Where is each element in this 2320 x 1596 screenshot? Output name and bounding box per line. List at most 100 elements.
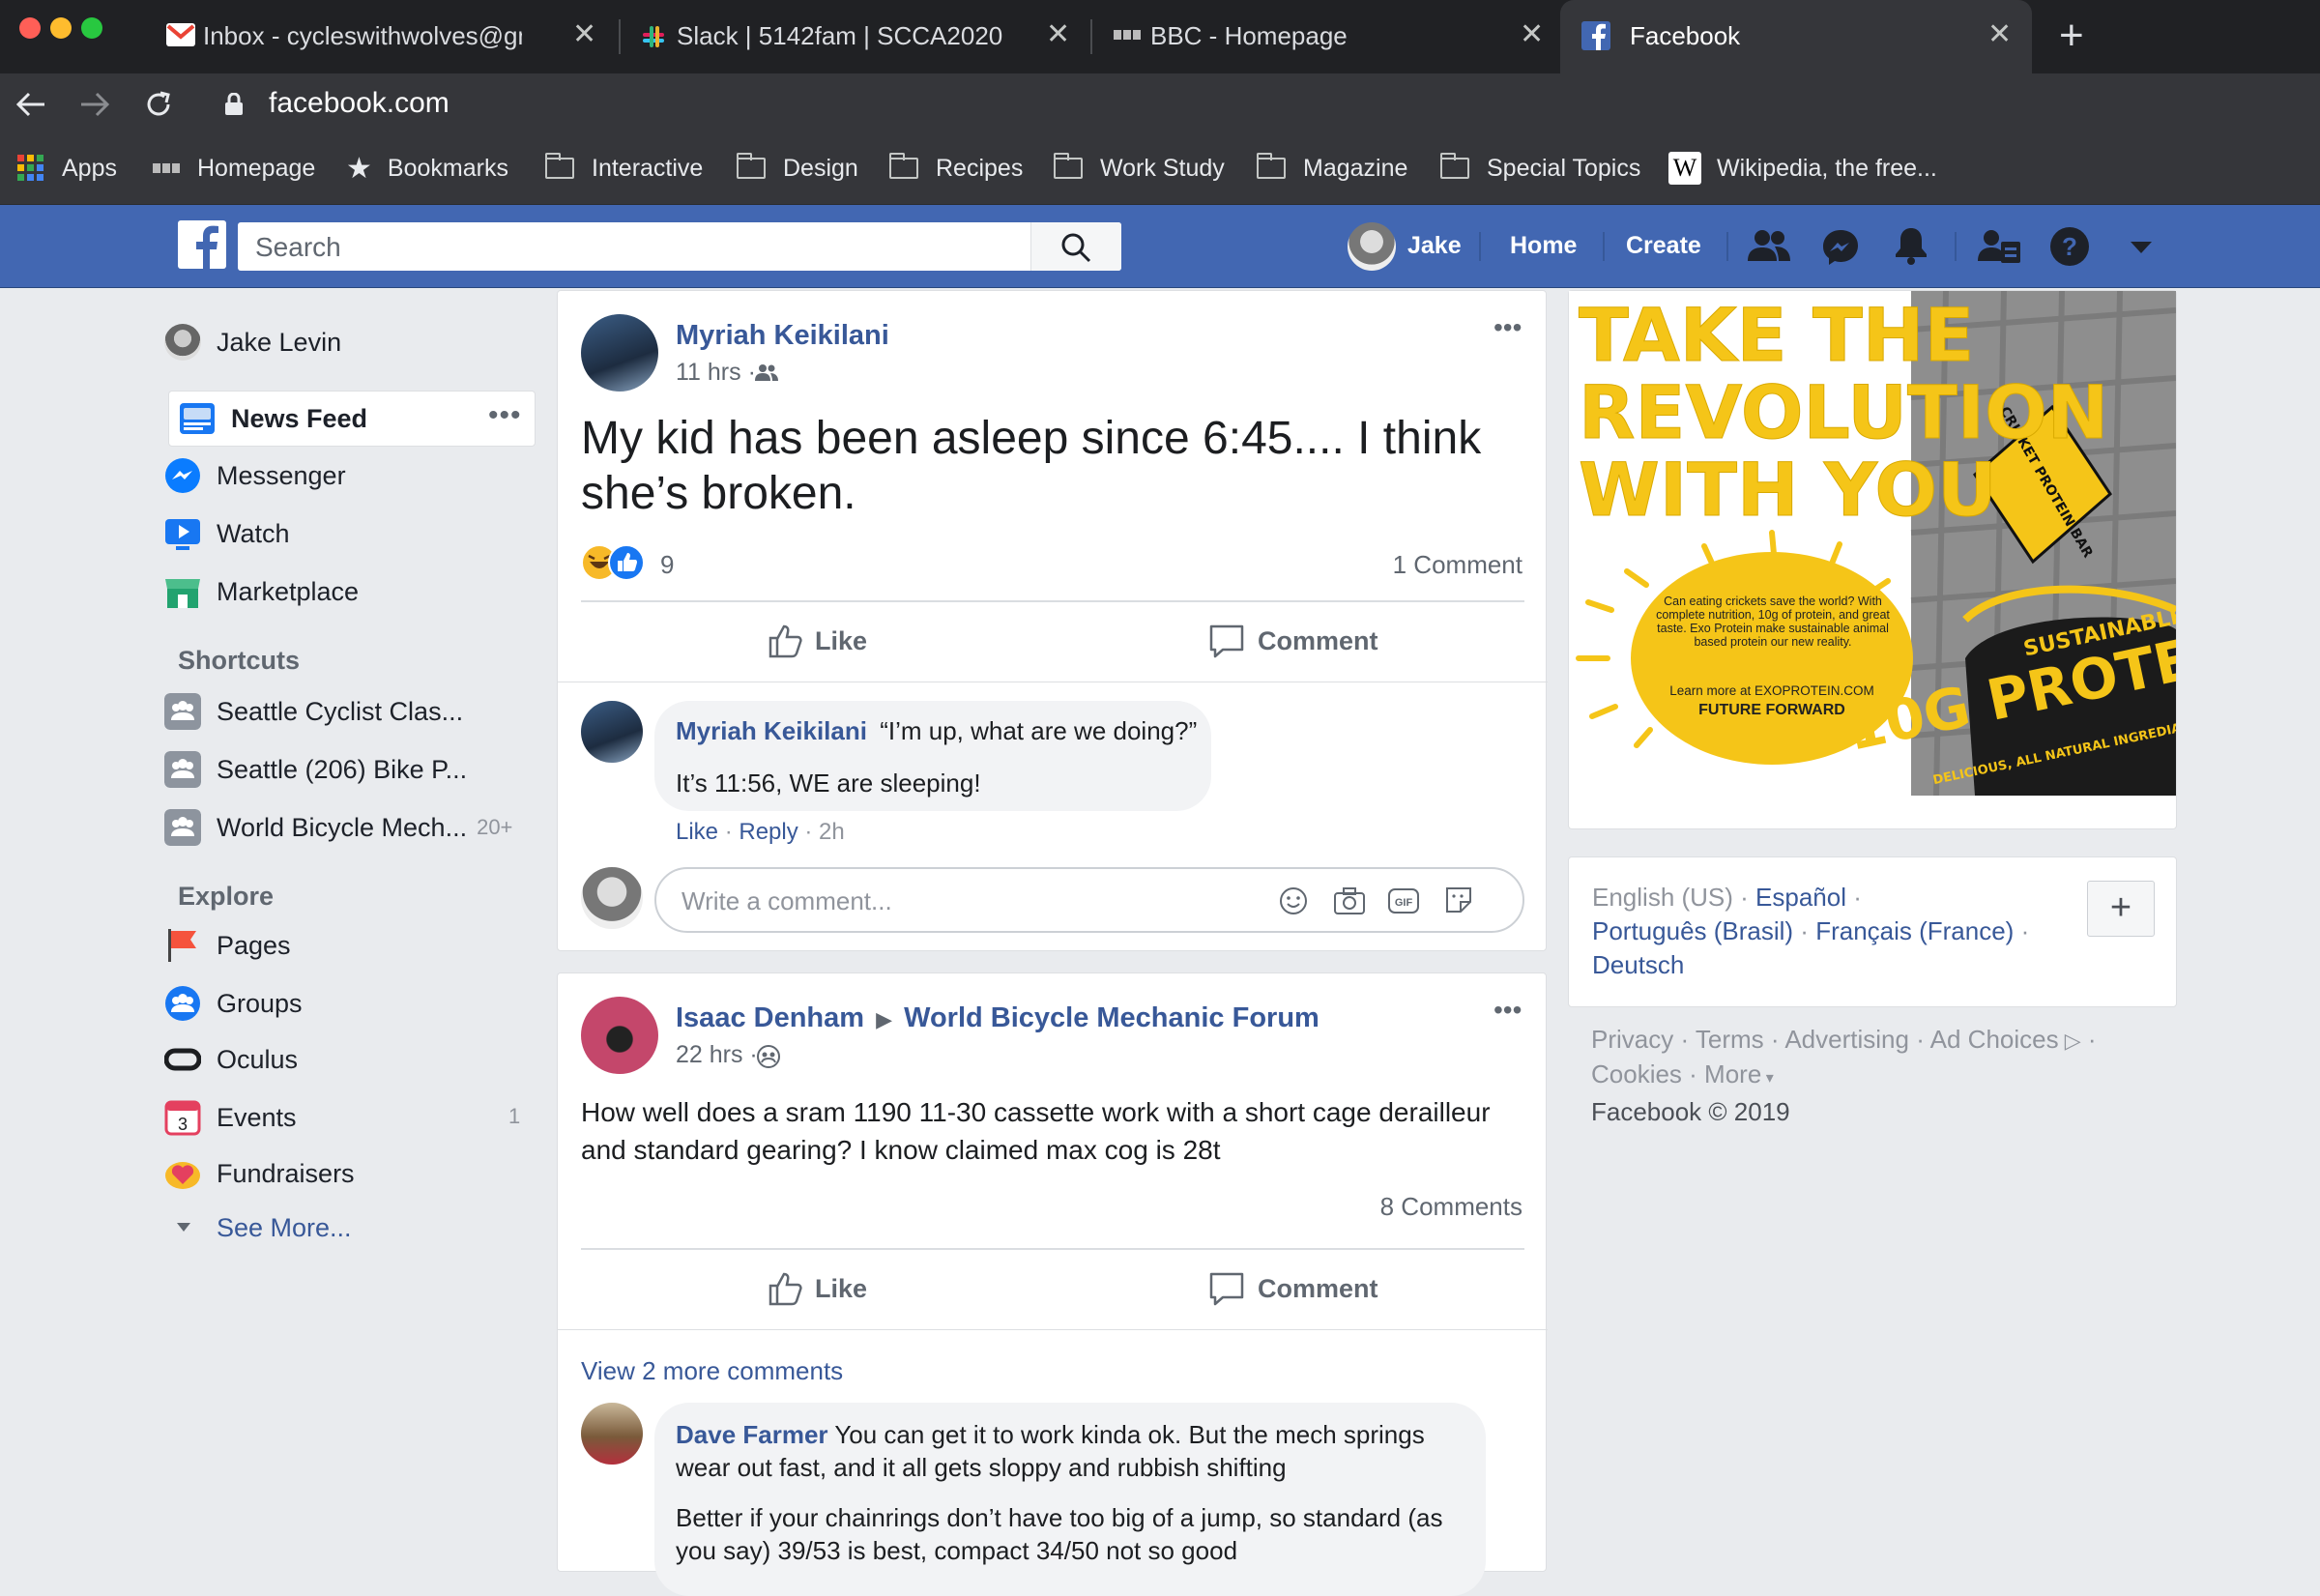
tab-facebook[interactable]: Facebook ✕ <box>1560 0 2032 73</box>
comment-count-link[interactable]: 1 Comment <box>1393 550 1522 580</box>
sidebar-item-watch[interactable]: Watch <box>164 507 536 561</box>
avatar[interactable] <box>581 314 658 392</box>
footer-link[interactable]: More <box>1704 1059 1761 1088</box>
post-timestamp[interactable]: 22 hrs · <box>676 1041 758 1069</box>
bookmark-folder[interactable]: Work Study <box>1054 151 1225 186</box>
bookmark-apps[interactable]: Apps <box>17 151 117 186</box>
reload-icon[interactable] <box>143 89 174 120</box>
footer-link[interactable]: Cookies <box>1591 1059 1682 1088</box>
comment-button[interactable]: Comment <box>1207 1265 1378 1312</box>
sidebar-item-oculus[interactable]: Oculus <box>164 1032 536 1087</box>
sidebar-item-fundraisers[interactable]: Fundraisers <box>164 1146 536 1201</box>
footer-link[interactable]: Terms <box>1696 1025 1764 1054</box>
post-timestamp[interactable]: 11 hrs · <box>676 359 756 387</box>
comment-reply-link[interactable]: Reply <box>739 819 798 845</box>
back-arrow-icon[interactable] <box>15 91 46 118</box>
sidebar-shortcut[interactable]: World Bicycle Mech... 20+ <box>164 800 536 855</box>
add-language-button[interactable]: + <box>2087 881 2155 937</box>
comment-input[interactable]: Write a comment... GIF <box>654 867 1524 933</box>
more-dots-icon[interactable]: ••• <box>488 399 522 432</box>
notifications-bell-icon[interactable] <box>1893 226 1929 265</box>
sidebar-shortcut[interactable]: Seattle Cyclist Clas... <box>164 684 536 739</box>
view-more-comments-link[interactable]: View 2 more comments <box>581 1356 843 1386</box>
nav-create[interactable]: Create <box>1626 232 1701 260</box>
help-icon[interactable]: ? <box>2049 226 2090 267</box>
comment-author-link[interactable]: Dave Farmer <box>676 1420 828 1449</box>
comment-button[interactable]: Comment <box>1207 618 1378 664</box>
bookmark-folder[interactable]: Design <box>737 151 858 186</box>
search-bar[interactable]: Search <box>238 222 1121 271</box>
comment-author-link[interactable]: Myriah Keikilani <box>676 716 867 745</box>
reaction-count[interactable]: 9 <box>660 550 674 580</box>
close-tab-icon[interactable]: ✕ <box>1520 17 1544 51</box>
find-friends-icon[interactable] <box>1978 228 2020 265</box>
footer-link[interactable]: Privacy <box>1591 1025 1673 1054</box>
facebook-logo[interactable] <box>178 220 226 269</box>
language-link[interactable]: Deutsch <box>1592 950 1684 979</box>
maximize-window-button[interactable] <box>81 17 102 39</box>
camera-icon[interactable] <box>1333 886 1366 915</box>
comment-like-link[interactable]: Like <box>676 819 718 845</box>
post-author-link[interactable]: Isaac Denham <box>676 1002 864 1033</box>
avatar[interactable] <box>581 1403 643 1465</box>
language-link[interactable]: Français (France) <box>1815 916 2014 945</box>
gif-icon[interactable]: GIF <box>1387 886 1420 915</box>
see-more-link[interactable]: See More... <box>164 1201 536 1255</box>
close-tab-icon[interactable]: ✕ <box>572 17 596 51</box>
sidebar-item-groups[interactable]: Groups <box>164 976 536 1030</box>
nav-profile-name[interactable]: Jake <box>1407 232 1462 260</box>
comment-count-link[interactable]: 8 Comments <box>1380 1192 1522 1222</box>
sidebar-item-messenger[interactable]: Messenger <box>164 449 536 503</box>
messenger-icon[interactable] <box>1821 228 1860 267</box>
bookmark-folder[interactable]: Interactive <box>545 151 703 186</box>
close-tab-icon[interactable]: ✕ <box>1987 17 2012 51</box>
avatar[interactable] <box>581 997 658 1074</box>
new-tab-button[interactable]: + <box>2059 12 2084 60</box>
emoji-icon[interactable] <box>1279 886 1308 915</box>
language-link[interactable]: Português (Brasil) <box>1592 916 1793 945</box>
tab-bbc[interactable]: BBC - Homepage ✕ <box>1102 0 1547 73</box>
sticker-icon[interactable] <box>1443 885 1474 915</box>
minimize-window-button[interactable] <box>50 17 72 39</box>
sponsored-ad-card[interactable]: 10G PROTEIN SUSTAINABLE DELICIOUS, ALL N… <box>1568 290 2177 829</box>
bookmark-homepage[interactable]: Homepage <box>153 151 315 186</box>
avatar[interactable] <box>581 701 643 763</box>
sidebar-item-news-feed[interactable]: News Feed ••• <box>168 391 536 447</box>
search-button[interactable] <box>1030 222 1121 271</box>
sidebar-item-marketplace[interactable]: Marketplace <box>164 565 536 619</box>
like-button[interactable]: Like <box>767 618 867 664</box>
bookmark-bookmarks[interactable]: ★ Bookmarks <box>346 151 508 186</box>
footer-link[interactable]: Advertising <box>1784 1025 1909 1054</box>
bookmark-folder[interactable]: Recipes <box>889 151 1023 186</box>
more-options-icon[interactable]: ••• <box>1494 312 1522 343</box>
exo-protein-ad-image[interactable]: 10G PROTEIN SUSTAINABLE DELICIOUS, ALL N… <box>1569 291 2176 796</box>
group-link[interactable]: World Bicycle Mechanic Forum <box>904 1002 1320 1033</box>
profile-avatar[interactable] <box>1348 222 1396 271</box>
like-button[interactable]: Like <box>767 1265 867 1312</box>
bookmark-wikipedia[interactable]: W Wikipedia, the free... <box>1668 151 1937 186</box>
avatar[interactable] <box>581 867 643 929</box>
sidebar-item-events[interactable]: 3 Events 1 <box>164 1090 536 1145</box>
lock-icon[interactable] <box>224 93 244 116</box>
address-bar[interactable]: facebook.com <box>269 87 450 120</box>
friend-requests-icon[interactable] <box>1748 228 1790 263</box>
forward-arrow-icon[interactable] <box>79 91 110 118</box>
like-reaction-icon[interactable] <box>608 544 645 581</box>
account-menu-chevron-down-icon[interactable] <box>2131 242 2152 253</box>
footer-link[interactable]: Ad Choices <box>1930 1025 2059 1054</box>
tab-gmail[interactable]: Inbox - cycleswithwolves@gmail.com ✕ <box>155 0 599 73</box>
search-input[interactable]: Search <box>255 232 341 263</box>
sidebar-shortcut[interactable]: Seattle (206) Bike P... <box>164 742 536 797</box>
comment-timestamp[interactable]: 2h <box>819 819 845 845</box>
bookmark-folder[interactable]: Magazine <box>1257 151 1407 186</box>
close-window-button[interactable] <box>19 17 41 39</box>
nav-home[interactable]: Home <box>1510 232 1577 260</box>
tab-slack[interactable]: Slack | 5142fam | SCCA2020 ✕ <box>628 0 1073 73</box>
more-options-icon[interactable]: ••• <box>1494 995 1522 1026</box>
language-link[interactable]: Español <box>1755 883 1846 912</box>
close-tab-icon[interactable]: ✕ <box>1046 17 1070 51</box>
bookmark-folder[interactable]: Special Topics <box>1440 151 1640 186</box>
sidebar-item-pages[interactable]: Pages <box>164 918 536 972</box>
post-author-link[interactable]: Myriah Keikilani <box>676 320 889 352</box>
ad-choices-icon[interactable]: ▷ <box>2059 1029 2081 1053</box>
